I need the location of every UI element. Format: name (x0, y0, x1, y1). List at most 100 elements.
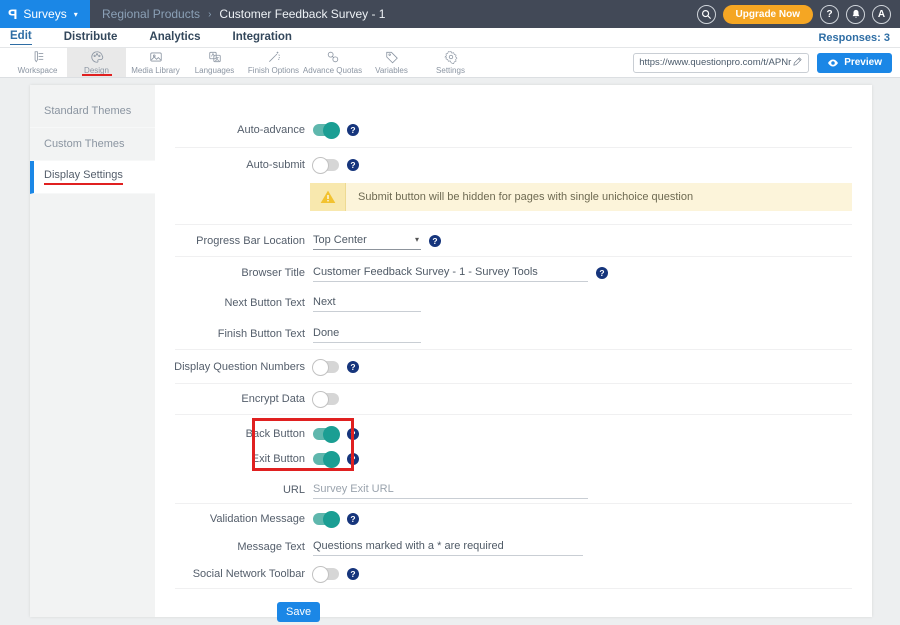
exit-button-label: Exit Button (155, 453, 305, 465)
top-bar: P Surveys ▾ Regional Products › Customer… (0, 0, 900, 28)
sidebar-item-custom-themes[interactable]: Custom Themes (30, 128, 155, 161)
tab-distribute[interactable]: Distribute (64, 31, 118, 45)
chevron-down-icon: ▾ (74, 10, 78, 19)
save-button[interactable]: Save (277, 602, 320, 622)
auto-advance-row: Auto-advance ? (155, 113, 872, 147)
avatar[interactable]: A (872, 5, 891, 24)
selected-value: Top Center (313, 234, 367, 246)
design-sidebar: Standard Themes Custom Themes Display Se… (30, 85, 155, 617)
toolbar-label: Media Library (131, 66, 179, 75)
help-icon[interactable]: ? (347, 453, 359, 465)
auto-advance-label: Auto-advance (155, 124, 305, 136)
preview-button[interactable]: Preview (817, 53, 892, 73)
help-icon[interactable]: ? (347, 428, 359, 440)
toolbar-label: Design (84, 66, 109, 75)
auto-submit-toggle[interactable] (313, 159, 339, 171)
progress-bar-location-label: Progress Bar Location (155, 235, 305, 247)
breadcrumb-current: Customer Feedback Survey - 1 (219, 7, 385, 21)
toolbar-item-languages[interactable]: Languages (185, 48, 244, 77)
chevron-down-icon: ▾ (415, 235, 419, 244)
back-exit-highlight-group: Back Button ? Exit Button ? (155, 415, 872, 477)
survey-url-box (633, 53, 809, 73)
main-nav: Edit Distribute Analytics Integration Re… (0, 28, 900, 48)
surveys-menu[interactable]: P Surveys ▾ (0, 0, 90, 28)
social-network-toolbar-row: Social Network Toolbar ? (155, 559, 872, 588)
back-button-toggle[interactable] (313, 428, 339, 440)
next-button-text-label: Next Button Text (155, 297, 305, 309)
auto-advance-toggle[interactable] (313, 124, 339, 136)
design-palette-icon (90, 50, 104, 64)
toolbar-label: Workspace (18, 66, 58, 75)
finish-button-text-label: Finish Button Text (155, 328, 305, 340)
browser-title-input[interactable] (313, 264, 588, 282)
display-question-numbers-toggle[interactable] (313, 361, 339, 373)
settings-gear-icon (444, 50, 458, 64)
toolbar-label: Advance Quotas (303, 66, 362, 75)
advance-quotas-link-icon (326, 50, 340, 64)
toolbar-item-advance-quotas[interactable]: Advance Quotas (303, 48, 362, 77)
help-icon[interactable]: ? (347, 568, 359, 580)
finish-button-text-input[interactable] (313, 325, 421, 343)
exit-url-input[interactable] (313, 481, 588, 499)
help-icon[interactable]: ? (347, 513, 359, 525)
encrypt-data-label: Encrypt Data (155, 393, 305, 405)
validation-message-row: Validation Message ? (155, 504, 872, 534)
back-button-row: Back Button ? (155, 421, 872, 446)
sidebar-item-label: Custom Themes (44, 138, 125, 150)
breadcrumb: Regional Products › Customer Feedback Su… (102, 7, 385, 21)
responses-count[interactable]: Responses: 3 (818, 32, 890, 44)
survey-url-input[interactable] (639, 57, 792, 68)
display-settings-form: Auto-advance ? Auto-submit ? Submit butt (155, 85, 872, 617)
tab-edit[interactable]: Edit (10, 30, 32, 45)
search-button[interactable] (697, 5, 716, 24)
toolbar-item-variables[interactable]: Variables (362, 48, 421, 77)
help-icon[interactable]: ? (347, 361, 359, 373)
auto-submit-row: Auto-submit ? (155, 148, 872, 181)
upgrade-now-button[interactable]: Upgrade Now (723, 5, 813, 24)
help-button[interactable]: ? (820, 5, 839, 24)
progress-bar-location-select[interactable]: Top Center ▾ (313, 232, 421, 250)
help-icon[interactable]: ? (596, 267, 608, 279)
page-background: Standard Themes Custom Themes Display Se… (0, 78, 900, 625)
toolbar-label: Languages (195, 66, 235, 75)
help-icon[interactable]: ? (429, 235, 441, 247)
social-network-toolbar-toggle[interactable] (313, 568, 339, 580)
toolbar-item-workspace[interactable]: Workspace (8, 48, 67, 77)
preview-label: Preview (844, 57, 882, 68)
exit-button-toggle[interactable] (313, 453, 339, 465)
finish-button-text-row: Finish Button Text (155, 318, 872, 349)
breadcrumb-parent[interactable]: Regional Products (102, 7, 200, 21)
validation-message-label: Validation Message (155, 513, 305, 525)
notifications-button[interactable] (846, 5, 865, 24)
display-question-numbers-label: Display Question Numbers (155, 361, 305, 373)
eye-icon (827, 57, 839, 69)
validation-message-toggle[interactable] (313, 513, 339, 525)
design-panel: Standard Themes Custom Themes Display Se… (30, 85, 872, 617)
help-icon[interactable]: ? (347, 159, 359, 171)
toolbar-item-finish-options[interactable]: Finish Options (244, 48, 303, 77)
save-row: Save (155, 589, 872, 622)
help-icon[interactable]: ? (347, 124, 359, 136)
toolbar-item-media-library[interactable]: Media Library (126, 48, 185, 77)
next-button-text-input[interactable] (313, 294, 421, 312)
tab-analytics[interactable]: Analytics (149, 31, 200, 45)
sidebar-item-standard-themes[interactable]: Standard Themes (30, 95, 155, 128)
tab-integration[interactable]: Integration (233, 31, 292, 45)
questionpro-logo-icon: P (8, 7, 17, 21)
finish-options-wand-icon (267, 50, 281, 64)
message-text-row: Message Text (155, 534, 872, 559)
edit-url-button[interactable] (792, 54, 803, 72)
sidebar-item-label: Standard Themes (44, 105, 131, 117)
product-name: Surveys (23, 7, 66, 21)
sidebar-item-display-settings[interactable]: Display Settings (30, 161, 155, 194)
toolbar-label: Settings (436, 66, 465, 75)
search-icon (701, 9, 712, 20)
message-text-input[interactable] (313, 538, 583, 556)
browser-title-label: Browser Title (155, 267, 305, 279)
encrypt-data-toggle[interactable] (313, 393, 339, 405)
progress-bar-location-row: Progress Bar Location Top Center ▾ ? (155, 225, 872, 256)
auto-submit-warning: Submit button will be hidden for pages w… (310, 183, 852, 211)
toolbar-item-design[interactable]: Design (67, 48, 126, 77)
languages-icon (208, 50, 222, 64)
toolbar-item-settings[interactable]: Settings (421, 48, 480, 77)
